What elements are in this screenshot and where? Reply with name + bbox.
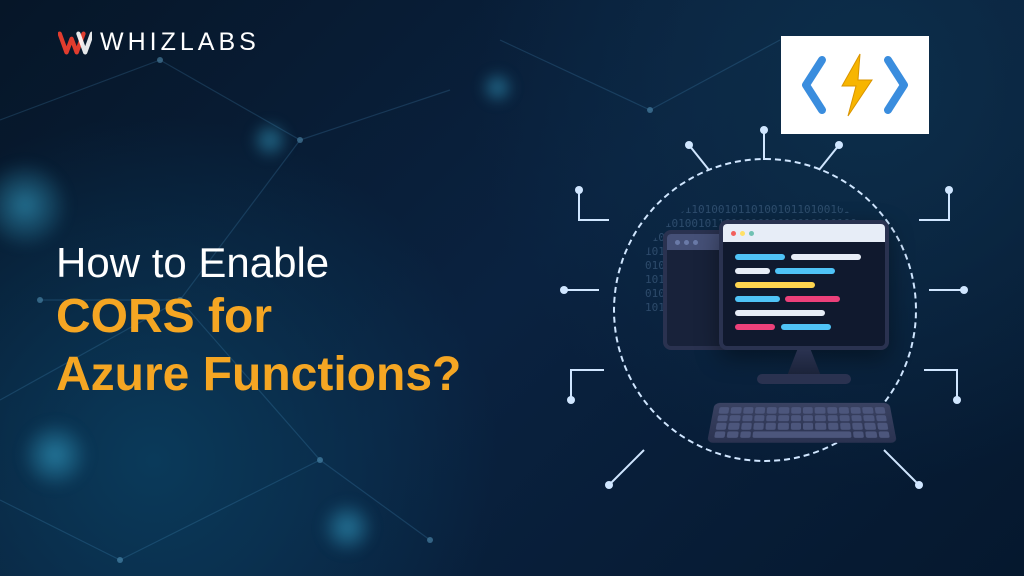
hero-illustration: 0100101101001011010010110100101101001011… — [549, 30, 979, 550]
bokeh-dot — [320, 500, 375, 555]
azure-functions-icon — [800, 48, 910, 122]
page-headline: How to Enable CORS for Azure Functions? — [56, 238, 536, 404]
whizlabs-logo-icon — [58, 30, 92, 56]
headline-line-1: How to Enable — [56, 238, 536, 288]
bokeh-dot — [250, 120, 290, 160]
azure-functions-badge — [781, 36, 929, 134]
bokeh-dot — [480, 70, 515, 105]
headline-line-2: CORS for — [56, 288, 536, 346]
keyboard — [707, 403, 897, 443]
monitor-front — [719, 220, 889, 350]
brand-name: WHIZLABS — [100, 28, 260, 57]
window-controls-front — [723, 224, 885, 242]
monitor-base — [757, 374, 851, 384]
brand-logo: WHIZLABS — [58, 28, 260, 57]
bokeh-dot — [20, 420, 90, 490]
headline-line-3: Azure Functions? — [56, 346, 536, 404]
